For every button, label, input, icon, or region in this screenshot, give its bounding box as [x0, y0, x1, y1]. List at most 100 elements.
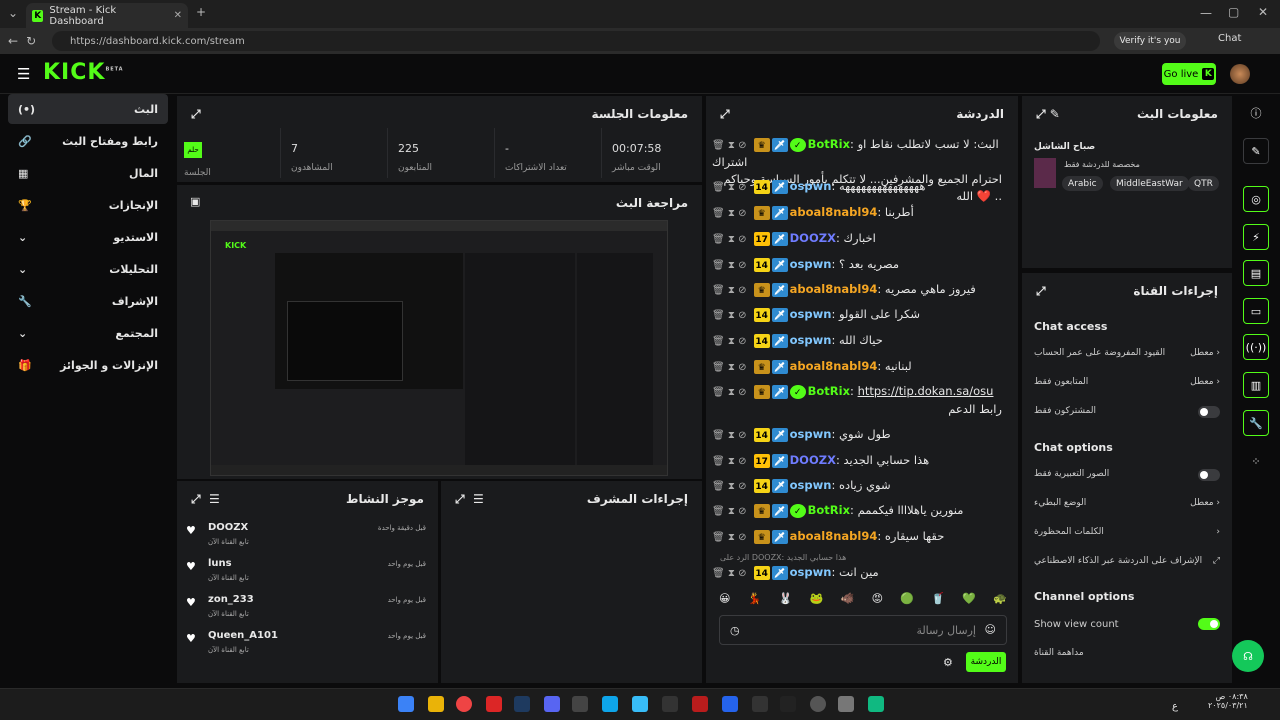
emote-only-toggle[interactable] [1198, 469, 1220, 481]
verify-button[interactable]: Verify it's you [1114, 32, 1186, 50]
info-icon[interactable]: ⓘ [1243, 100, 1269, 126]
mod-action-icons[interactable]: 🗑 ⧗ ⊘ [712, 568, 750, 579]
apps-icon[interactable]: ⁘ [1243, 448, 1269, 474]
minimize-icon[interactable]: — [1200, 6, 1212, 20]
expand-icon[interactable]: ⤢ ☰ [455, 492, 484, 507]
sidebar-item-stream-key[interactable]: 🔗 رابط ومفتاح البث [8, 126, 168, 156]
back-icon[interactable]: ← [8, 34, 18, 48]
chat-username[interactable]: ospwn [790, 478, 832, 492]
sidebar-item-community[interactable]: ⌄ المجتمع [8, 318, 168, 348]
app-icon[interactable] [692, 696, 708, 712]
chat-username[interactable]: BotRix [808, 384, 850, 398]
lightning-icon[interactable]: ⚡ [1243, 224, 1269, 250]
language-indicator[interactable]: ع [1172, 701, 1178, 712]
wrench-icon[interactable]: 🔧 [1243, 410, 1269, 436]
chat-username[interactable]: BotRix [808, 137, 850, 151]
menu-icon[interactable]: ☰ [17, 65, 30, 83]
mod-action-icons[interactable]: 🗑 ⧗ ⊘ [712, 182, 750, 193]
chat-username[interactable]: aboal8nabl94 [790, 282, 878, 296]
sidebar-item-studio[interactable]: ⌄ الاستديو [8, 222, 168, 252]
layout-icon[interactable]: ▥ [1243, 372, 1269, 398]
mod-action-icons[interactable]: 🗑 ⧗ ⊘ [712, 430, 750, 441]
copilot-chat-button[interactable]: Chat [1218, 33, 1241, 44]
chat-access-row[interactable]: القيود المفروضة على عمر الحساب معطل › [1034, 348, 1220, 358]
chat-option-row[interactable]: الكلمات المحظورة › [1034, 527, 1220, 537]
show-view-count-toggle[interactable] [1198, 618, 1220, 630]
go-live-button[interactable]: Go live K [1162, 63, 1216, 85]
mod-action-icons[interactable]: 🗑 ⧗ ⊘ [712, 285, 750, 296]
expand-icon[interactable]: ⤢ ✎ [1036, 107, 1060, 122]
mod-action-icons[interactable]: 🗑 ⧗ ⊘ [712, 140, 750, 151]
steam-icon[interactable] [514, 696, 530, 712]
mod-action-icons[interactable]: 🗑 ⧗ ⊘ [712, 456, 750, 467]
url-field[interactable]: https://dashboard.kick.com/stream [52, 31, 1100, 51]
chat-username[interactable]: ospwn [790, 427, 832, 441]
expand-icon[interactable]: ⤢ [720, 107, 730, 122]
mod-action-icons[interactable]: 🗑 ⧗ ⊘ [712, 234, 750, 245]
stream-video-preview[interactable]: KICK [210, 220, 668, 476]
chat-username[interactable]: ospwn [790, 179, 832, 193]
expand-icon[interactable]: ⤢ ☰ [191, 492, 220, 507]
chat-username[interactable]: ospwn [790, 257, 832, 271]
new-tab-icon[interactable]: + [196, 5, 206, 19]
sidebar-item-drops[interactable]: 🎁 الإنزالات و الجوائز [8, 350, 168, 380]
window-close-icon[interactable]: ✕ [1258, 5, 1268, 19]
tag[interactable]: MiddleEastWar [1110, 176, 1189, 191]
chat-username[interactable]: ospwn [790, 565, 832, 579]
expand-icon[interactable]: ⤢ [1036, 284, 1046, 299]
app-icon[interactable] [632, 696, 648, 712]
send-chat-button[interactable]: الدردشة [966, 652, 1006, 672]
browser-tab[interactable]: K Stream - Kick Dashboard ✕ [26, 3, 188, 28]
clock[interactable]: ٠٨:٣٨ ص ٢٠٢٥/٠٣/٢١ [1208, 692, 1248, 710]
emote-bar[interactable]: 😀 💃 🐰 🐸 🐗 😡 🟢 🥤 💚 🐢 [719, 592, 1007, 610]
mod-action-icons[interactable]: 🗑 ⧗ ⊘ [712, 310, 750, 321]
raid-channel-row[interactable]: مداهمة القناة [1034, 648, 1220, 658]
clock-icon[interactable]: ◷ [730, 624, 740, 637]
app-icon[interactable] [722, 696, 738, 712]
chat-username[interactable]: aboal8nabl94 [790, 205, 878, 219]
mod-action-icons[interactable]: 🗑 ⧗ ⊘ [712, 336, 750, 347]
chat-access-row[interactable]: المتابعون فقط معطل › [1034, 377, 1220, 387]
subscribers-only-toggle[interactable] [1198, 406, 1220, 418]
broadcast-icon[interactable]: ((·)) [1243, 334, 1269, 360]
chat-text[interactable]: https://tip.dokan.sa/osu [858, 384, 994, 398]
camera-icon[interactable]: ◎ [1243, 186, 1269, 212]
app-icon[interactable] [810, 696, 826, 712]
mod-action-icons[interactable]: 🗑 ⧗ ⊘ [712, 481, 750, 492]
edge-icon[interactable] [602, 696, 618, 712]
chat-username[interactable]: ospwn [790, 307, 832, 321]
mod-action-icons[interactable]: 🗑 ⧗ ⊘ [712, 208, 750, 219]
settings-app-icon[interactable] [838, 696, 854, 712]
chat-username[interactable]: aboal8nabl94 [790, 359, 878, 373]
settings-icon[interactable]: ⚙ [943, 656, 953, 669]
chat-username[interactable]: BotRix [808, 503, 850, 517]
chat-username[interactable]: DOOZX [790, 453, 836, 467]
app-icon[interactable] [868, 696, 884, 712]
help-chat-icon[interactable]: ☊ [1232, 640, 1264, 672]
sidebar-item-achievements[interactable]: 🏆 الإنجازات [8, 190, 168, 220]
chat-option-row[interactable]: الإشراف على الدردشة عبر الذكاء الاصطناعي… [1034, 556, 1220, 566]
chat-input[interactable]: ◷ إرسال رسالة ☺ [719, 615, 1007, 645]
avatar[interactable] [1230, 64, 1250, 84]
chat-icon[interactable]: ▭ [1243, 298, 1269, 324]
app-icon[interactable] [662, 696, 678, 712]
sidebar-item-stream[interactable]: (•) البث [8, 94, 168, 124]
mod-action-icons[interactable]: 🗑 ⧗ ⊘ [712, 387, 750, 398]
mod-action-icons[interactable]: 🗑 ⧗ ⊘ [712, 532, 750, 543]
chrome-icon[interactable] [456, 696, 472, 712]
explorer-icon[interactable] [428, 696, 444, 712]
edit-icon[interactable]: ✎ [1243, 138, 1269, 164]
mod-action-icons[interactable]: 🗑 ⧗ ⊘ [712, 260, 750, 271]
maximize-icon[interactable]: ▢ [1228, 5, 1239, 19]
tab-list-icon[interactable]: ⌄ [8, 6, 18, 20]
chat-option-row[interactable]: الوضع البطيء معطل › [1034, 498, 1220, 508]
kick-logo[interactable]: KICKBETA [43, 60, 124, 85]
youtube-icon[interactable] [486, 696, 502, 712]
sidebar-item-moderation[interactable]: 🔧 الإشراف [8, 286, 168, 316]
document-icon[interactable]: ▤ [1243, 260, 1269, 286]
chat-username[interactable]: ospwn [790, 333, 832, 347]
sidebar-item-money[interactable]: ▦ المال [8, 158, 168, 188]
expand-icon[interactable]: ⤢ [191, 107, 201, 122]
chat-username[interactable]: DOOZX [790, 231, 836, 245]
sidebar-item-analytics[interactable]: ⌄ التحليلات [8, 254, 168, 284]
